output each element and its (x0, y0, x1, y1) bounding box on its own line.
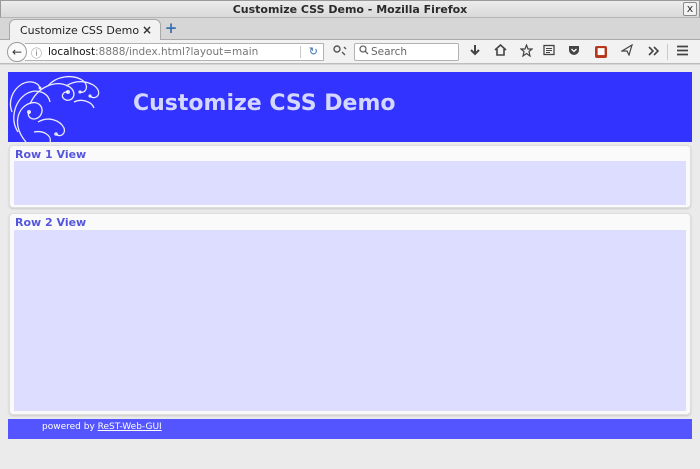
url-path: :8888/index.html?layout=main (95, 46, 259, 58)
download-icon[interactable] (467, 44, 483, 60)
powered-by-prefix: powered by (42, 422, 98, 432)
tab-customize-css-demo[interactable]: Customize CSS Demo × (9, 19, 161, 41)
overflow-icon[interactable] (645, 44, 661, 60)
search-icon (359, 45, 369, 58)
page-content: Customize CSS Demo Row 1 View Row 2 View… (0, 65, 700, 469)
window-title-bar: Customize CSS Demo - Mozilla Firefox x (0, 0, 700, 18)
back-button[interactable]: ← (7, 42, 27, 62)
header-banner: Customize CSS Demo (8, 72, 692, 142)
url-bar[interactable]: ⓘ localhost:8888/index.html?layout=main … (25, 43, 324, 61)
footer: powered by ReST-Web-GUI (8, 419, 692, 439)
row-1-body (14, 161, 686, 205)
search-box[interactable] (354, 43, 459, 61)
url-text[interactable]: localhost:8888/index.html?layout=main (48, 46, 258, 58)
tab-strip: Customize CSS Demo × + (0, 18, 700, 41)
site-info-icon[interactable]: ⓘ (31, 45, 42, 61)
url-host: localhost (48, 46, 96, 58)
window-title: Customize CSS Demo - Mozilla Firefox (232, 3, 468, 16)
powered-by-text: powered by ReST-Web-GUI (42, 422, 162, 432)
url-divider (300, 46, 301, 58)
row-1-panel: Row 1 View (9, 145, 691, 208)
navigation-bar: ⓘ localhost:8888/index.html?layout=main … (0, 40, 700, 64)
home-icon[interactable] (492, 43, 508, 60)
search-input[interactable] (371, 45, 457, 59)
window-close-button[interactable]: x (683, 2, 697, 16)
toolbar-divider (667, 44, 668, 60)
bookmark-star-icon[interactable] (518, 43, 534, 60)
extension-icon[interactable]: ■ (595, 46, 607, 58)
row-2-panel: Row 2 View (9, 213, 691, 415)
ornament-logo-icon (9, 75, 100, 142)
send-icon[interactable] (619, 43, 635, 60)
reading-list-icon[interactable] (541, 44, 557, 60)
row-1-title: Row 1 View (15, 148, 87, 161)
row-2-title: Row 2 View (15, 216, 87, 229)
new-tab-icon[interactable]: + (164, 21, 178, 36)
row-2-body (14, 230, 686, 411)
tab-label: Customize CSS Demo (20, 24, 140, 37)
app-title: Customize CSS Demo (133, 91, 396, 116)
search-engine-icon[interactable] (332, 45, 348, 59)
rest-web-gui-link[interactable]: ReST-Web-GUI (98, 422, 162, 432)
reload-icon[interactable]: ↻ (309, 45, 318, 58)
pocket-icon[interactable] (566, 44, 582, 60)
menu-icon[interactable] (674, 44, 690, 60)
tab-close-icon[interactable]: × (142, 23, 152, 37)
